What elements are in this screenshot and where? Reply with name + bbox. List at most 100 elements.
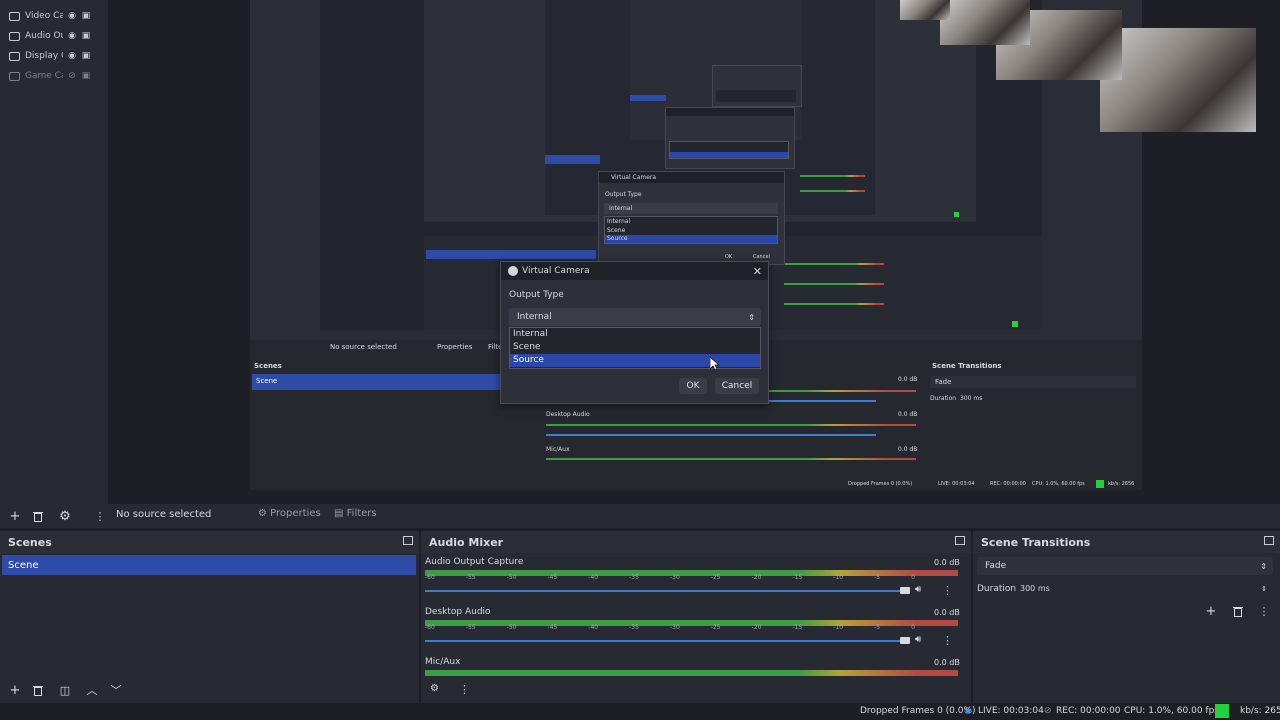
move-up-button[interactable]: ︿ [82,681,102,699]
option-scene[interactable]: Scene [510,341,760,354]
eye-icon[interactable]: ◉ [67,11,77,21]
add-scene-button[interactable]: + [5,681,25,699]
slider-handle[interactable] [900,587,910,594]
nested-dropdown [669,141,789,159]
scene-item[interactable]: Scene [2,555,416,575]
scale-tick: -20 [751,574,762,581]
lock-icon[interactable]: ▣ [81,51,91,61]
scale-tick: -40 [588,574,599,581]
more-options-button[interactable]: ⋮ [90,507,110,525]
nested-status-indicator [1096,480,1104,488]
scene-label: Scene [8,559,39,571]
eye-icon[interactable]: ◉ [67,51,77,61]
scale-tick: -55 [465,574,476,581]
mixer-menu-button[interactable]: ⋮ [459,683,470,696]
close-icon[interactable]: ✕ [753,265,762,278]
updown-arrow-icon: ⇕ [1261,584,1267,593]
source-item-game-capture[interactable]: Game Cap ⊘ ▣ [0,66,108,86]
scenes-header: Scenes [0,531,419,553]
nested-duration-value: 300 ms [960,395,983,402]
trash-icon [33,511,43,522]
option-internal[interactable]: Internal [510,328,760,341]
trash-icon [1233,606,1243,617]
source-settings-button[interactable]: ⚙ [55,507,75,525]
nested-sources-column [250,0,320,330]
dialog-title: Virtual Camera [522,266,590,276]
scale-tick: -50 [506,624,517,631]
volume-slider[interactable] [425,590,910,592]
eye-icon[interactable]: ◉ [67,31,77,41]
nested-scene-transitions-title: Scene Transitions [932,362,1002,370]
nested-no-source: No source selected [330,343,397,351]
source-item-audio-output[interactable]: Audio Ou ◉ ▣ [0,26,108,46]
undock-icon[interactable] [403,536,413,545]
live-icon: ◉ [964,706,972,716]
scale-tick: -60 [425,574,435,581]
transition-menu-button[interactable]: ⋮ [1254,602,1274,620]
option-source[interactable]: Source [510,354,760,367]
nested-transition-combo [930,376,1136,388]
cpu-fps: CPU: 1.0%, 60.00 fps [1124,706,1219,716]
scale-tick: -15 [792,574,803,581]
speaker-icon [9,31,20,41]
scene-filters-button[interactable]: ◫ [55,681,75,699]
remove-transition-button[interactable] [1228,602,1248,620]
add-source-button[interactable]: + [5,507,25,525]
source-item-display-capture[interactable]: Display C ◉ ▣ [0,46,108,66]
filter-icon: ◫ [59,683,71,697]
transition-value: Fade [985,561,1007,571]
nested-dialog-virtual-camera-tiny [712,65,802,107]
slider-handle[interactable] [900,637,910,644]
scenes-title: Scenes [8,535,52,549]
filters-button[interactable]: ▤ Filters [334,508,377,519]
scale-tick: -10 [833,624,844,631]
lock-icon[interactable]: ▣ [81,31,91,41]
undock-icon[interactable] [1264,536,1274,545]
scale-tick: -30 [669,624,680,631]
volume-slider[interactable] [425,640,910,642]
nested-meter [784,263,884,265]
nested-output-type: Output Type [605,191,642,198]
nested-meter [784,283,884,285]
transition-select[interactable]: Fade ⇕ [977,557,1273,575]
nested-desktop-audio: Desktop Audio [546,411,590,418]
meter-scale: -60 -55 -50 -45 -40 -35 -30 -25 -20 -15 -10 -5 0 [425,574,915,581]
rec-time: REC: 00:00:00 [1056,706,1121,716]
advanced-audio-button[interactable]: ⚙ [430,683,439,694]
sources-toolbar: + ⚙ ⋮ No source selected ⚙ Properties ▤ … [0,504,1280,528]
nested-scenes-title: Scenes [254,362,282,370]
undock-icon[interactable] [955,536,965,545]
channel-menu-button[interactable]: ⋮ [942,584,953,597]
eye-hidden-icon[interactable]: ⊘ [67,71,77,81]
nested-scene-selected [252,374,502,390]
move-down-button[interactable]: ﹀ [106,681,126,699]
volume-meter [425,670,958,676]
speaker-icon[interactable]: 🔊︎ [915,584,921,595]
webcam-feed [900,0,950,20]
duration-spinbox[interactable]: 300 ms ⇕ [1016,580,1273,597]
scale-tick: -45 [547,574,558,581]
nested-scene-selected-l4 [630,95,666,101]
remove-scene-button[interactable] [28,681,48,699]
channel-menu-button[interactable]: ⋮ [942,634,953,647]
output-type-select[interactable]: Internal ⇕ [509,308,761,326]
properties-button[interactable]: ⚙ Properties [258,508,321,519]
nested-db: 0.0 dB [898,446,918,453]
lock-icon[interactable]: ▣ [81,11,91,21]
chevron-up-icon: ︿ [86,684,98,697]
rec-icon: ⊘ [1044,706,1052,716]
remove-source-button[interactable] [28,507,48,525]
cancel-button[interactable]: Cancel [715,378,759,394]
source-item-video-capture[interactable]: Video Cap ◉ ▣ [0,6,108,26]
gear-icon: ⚙ [430,683,439,694]
webcam-feed [1100,28,1256,132]
webcam-feed [940,0,1030,45]
nested-fade-label: Fade [935,378,952,386]
lock-icon[interactable]: ▣ [81,71,91,81]
scale-tick: -5 [874,624,881,631]
mouse-cursor-icon [710,357,719,371]
speaker-icon[interactable]: 🔊︎ [915,634,921,645]
ok-button[interactable]: OK [679,378,707,394]
add-transition-button[interactable]: + [1201,602,1221,620]
scale-tick: -30 [669,574,680,581]
